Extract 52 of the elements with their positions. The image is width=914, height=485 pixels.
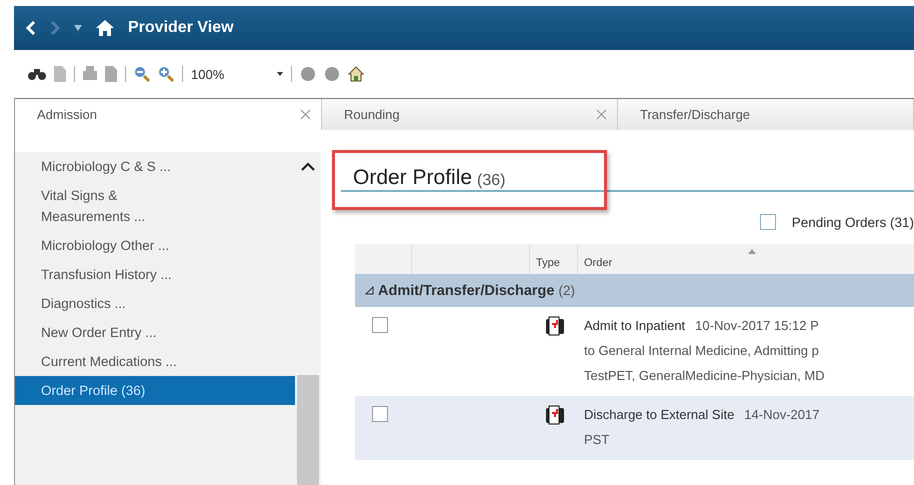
sidebar-item[interactable]: Order Profile (36) (15, 376, 295, 405)
group-label: Admit/Transfer/Discharge (378, 282, 554, 298)
sort-icon (748, 249, 756, 254)
circle-icon[interactable] (324, 66, 340, 82)
home-icon[interactable] (348, 66, 364, 82)
tab[interactable]: Rounding (322, 99, 618, 130)
back-icon[interactable] (26, 21, 36, 35)
sidebar-item[interactable]: Transfusion History ... (15, 260, 295, 289)
column-header[interactable]: Type (536, 257, 560, 269)
zoom-in-icon[interactable] (158, 66, 174, 82)
sidebar-item[interactable]: Current Medications ... (15, 347, 295, 376)
group-row[interactable]: Admit/Transfer/Discharge (2) (355, 274, 914, 307)
group-count: (2) (558, 283, 575, 298)
circle-icon[interactable] (300, 66, 316, 82)
tab[interactable]: Transfer/Discharge (618, 99, 914, 130)
sidebar-item[interactable]: Vital Signs & Measurements ... (15, 181, 165, 231)
checkbox[interactable] (372, 317, 388, 333)
close-icon[interactable] (596, 109, 607, 120)
order-detail: to General Internal Medicine, Admitting p (583, 342, 820, 360)
filter-label: Pending Orders (31) (792, 214, 914, 230)
section-title: Order Profile (353, 166, 472, 190)
sidebar-item[interactable]: Microbiology Other ... (15, 231, 295, 260)
close-icon[interactable] (300, 109, 311, 120)
zoom-level[interactable]: 100% (191, 66, 269, 82)
order-type-icon (544, 404, 566, 426)
order-type-icon (544, 315, 566, 337)
header-title: Provider View (128, 19, 234, 37)
tab-label: Admission (37, 107, 97, 122)
checkbox[interactable] (372, 406, 388, 422)
print-icon[interactable] (83, 66, 97, 82)
section-count: (36) (477, 172, 506, 190)
scroll-up-icon[interactable] (301, 162, 315, 171)
order-detail: PST (583, 431, 610, 449)
home-icon[interactable] (96, 20, 114, 36)
order-text: Admit to Inpatient 10-Nov-2017 15:12 P (583, 317, 820, 335)
scrollbar-thumb[interactable] (297, 375, 319, 485)
order-text: Discharge to External Site 14-Nov-2017 (583, 406, 820, 424)
sidebar-item[interactable]: Microbiology C & S ... (15, 152, 295, 181)
zoom-out-icon[interactable] (134, 66, 150, 82)
document-icon[interactable] (105, 66, 117, 82)
binoculars-icon[interactable] (28, 67, 46, 81)
sidebar-item[interactable]: Diagnostics ... (15, 289, 295, 318)
tab-label: Transfer/Discharge (640, 107, 750, 122)
order-detail: TestPET, GeneralMedicine-Physician, MD (583, 367, 826, 385)
collapse-icon[interactable] (365, 286, 374, 295)
sidebar-item[interactable]: New Order Entry ... (15, 318, 295, 347)
checkbox[interactable] (760, 214, 776, 230)
document-icon[interactable] (54, 66, 66, 82)
tab-label: Rounding (344, 107, 400, 122)
column-header[interactable]: Order (584, 257, 612, 269)
forward-icon[interactable] (50, 21, 60, 35)
dropdown-icon[interactable] (277, 72, 283, 76)
